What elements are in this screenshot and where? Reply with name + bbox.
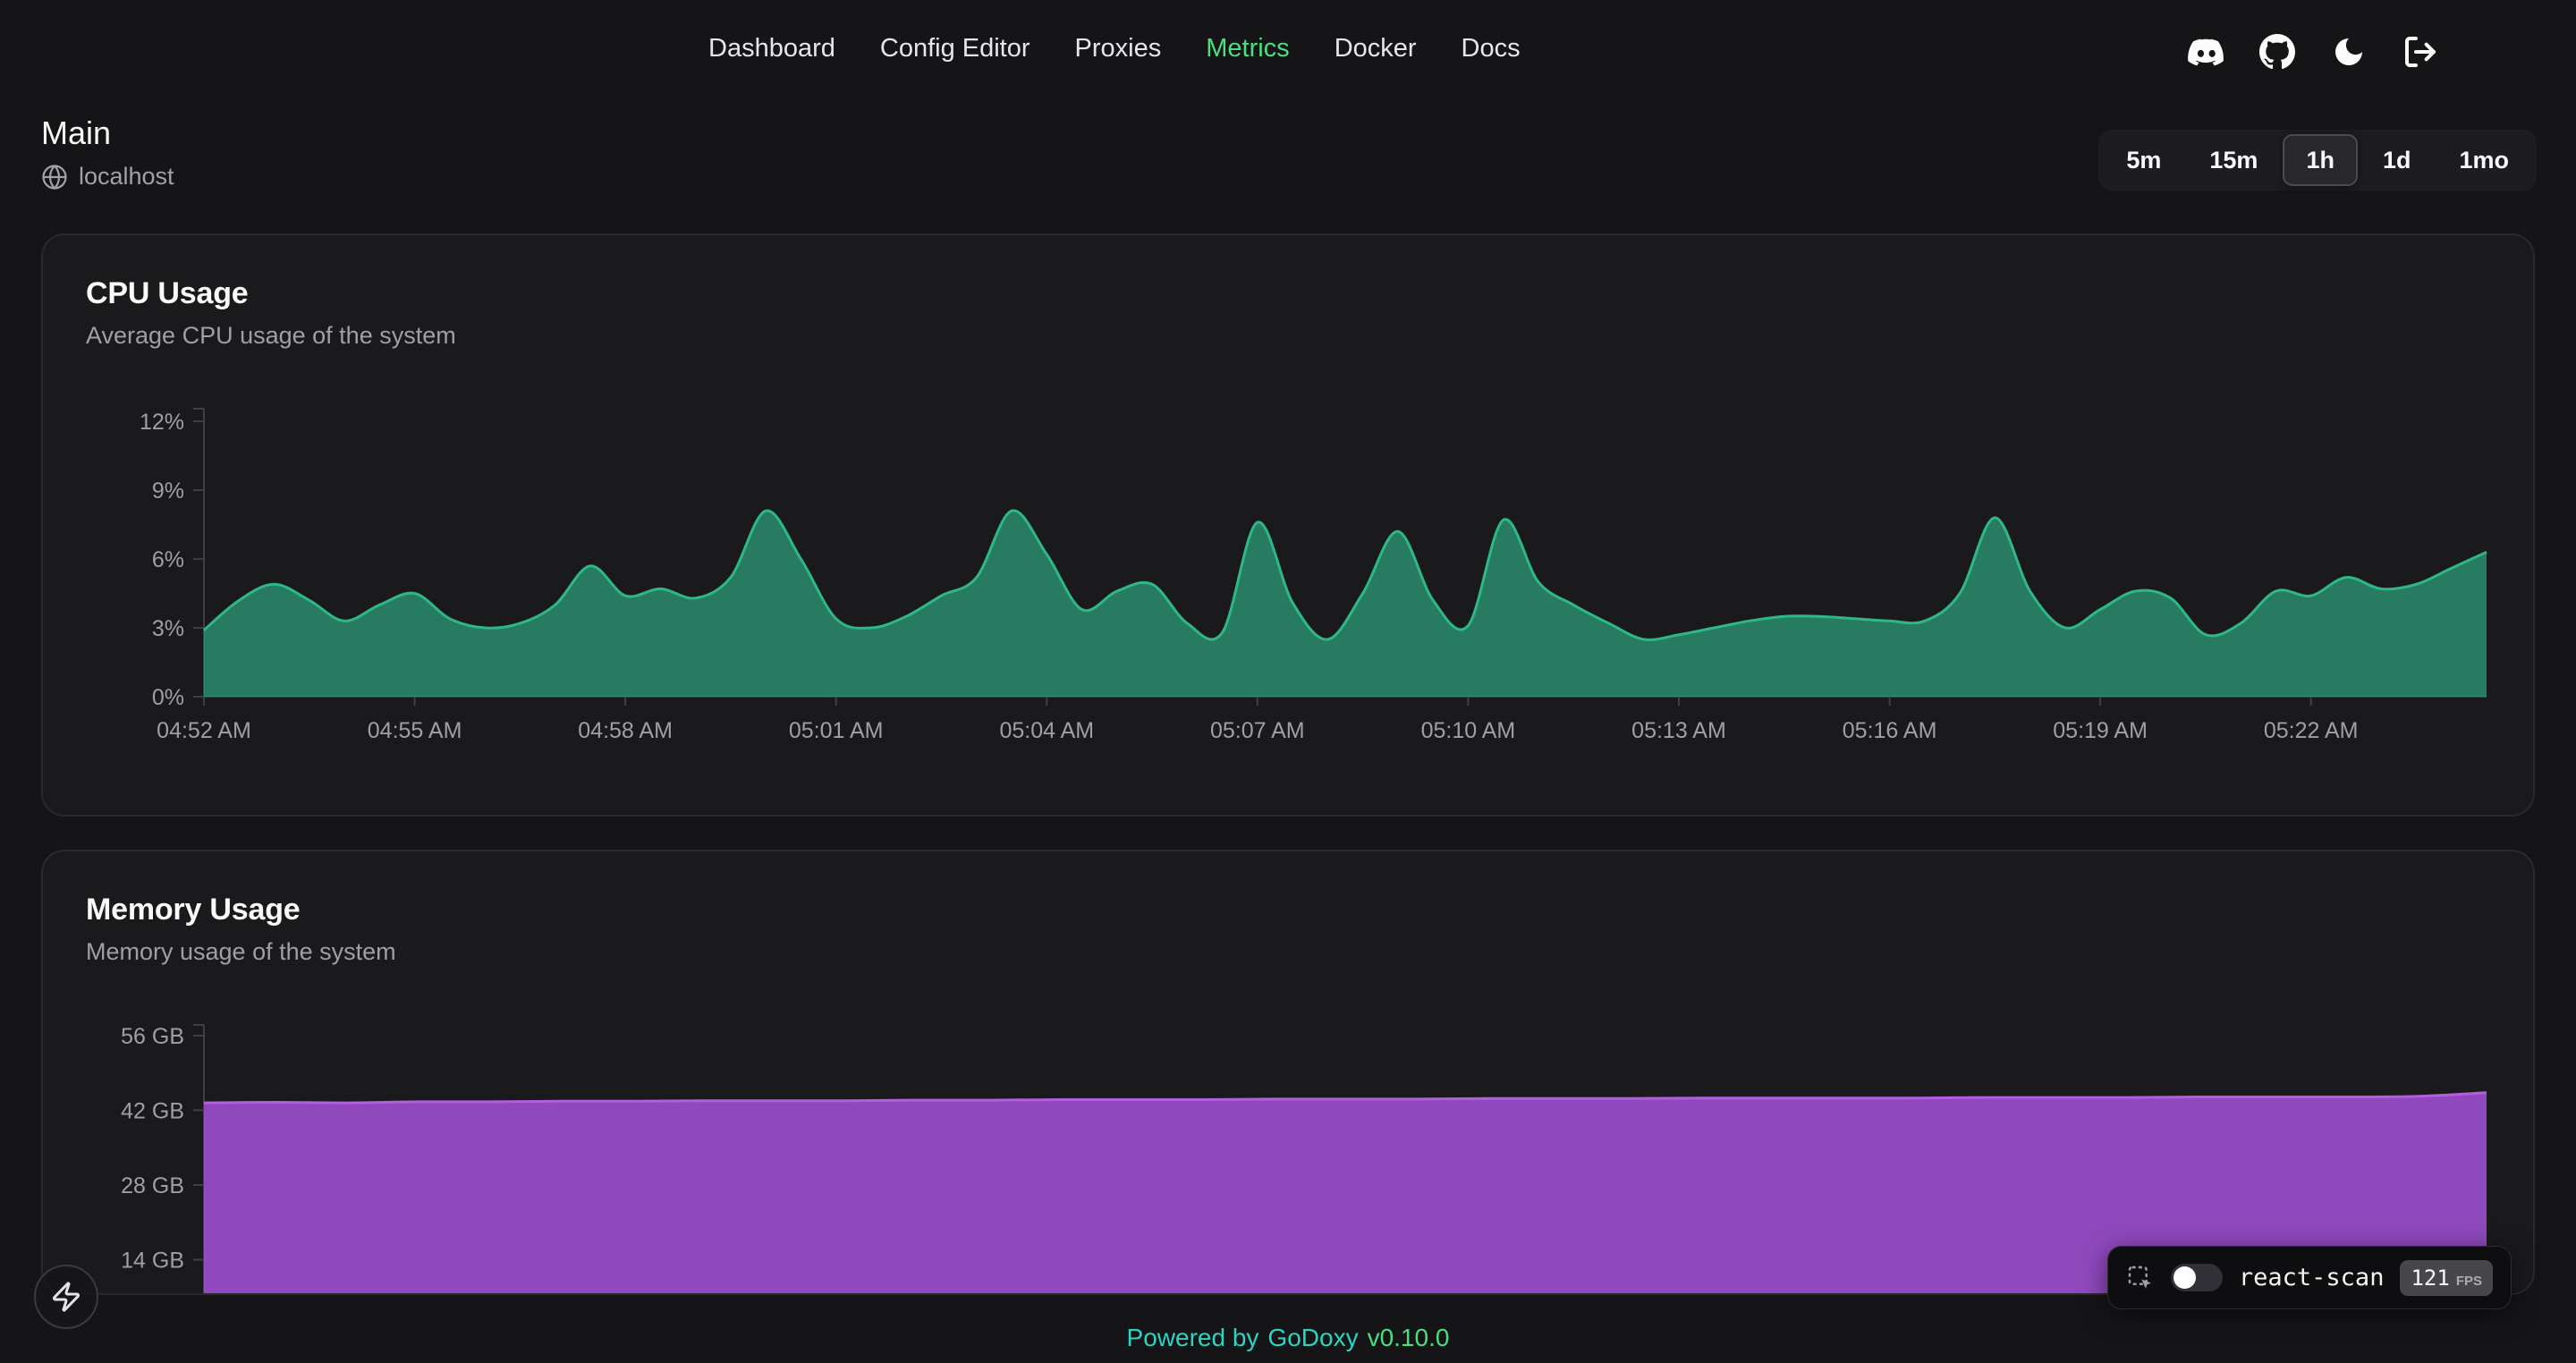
time-range-1h[interactable]: 1h (2283, 134, 2358, 186)
dark-mode-icon[interactable] (2329, 32, 2368, 72)
discord-icon[interactable] (2186, 32, 2225, 72)
svg-text:3%: 3% (152, 616, 184, 641)
fps-unit: FPS (2456, 1274, 2482, 1289)
svg-text:56 GB: 56 GB (121, 1024, 184, 1049)
time-range-5m[interactable]: 5m (2103, 134, 2184, 186)
lightning-icon (50, 1281, 82, 1313)
host-label: localhost (79, 163, 174, 190)
main-nav: Dashboard Config Editor Proxies Metrics … (708, 34, 1521, 63)
react-scan-toggle[interactable] (2171, 1264, 2223, 1291)
svg-text:05:16 AM: 05:16 AM (1843, 718, 1937, 743)
devtools-bolt-button[interactable] (34, 1265, 98, 1329)
svg-text:04:58 AM: 04:58 AM (578, 718, 673, 743)
svg-text:12%: 12% (140, 410, 184, 435)
page-head: Main localhost (41, 114, 174, 190)
toggle-knob (2174, 1266, 2196, 1289)
svg-text:05:10 AM: 05:10 AM (1421, 718, 1516, 743)
fps-badge: 121 FPS (2400, 1260, 2493, 1296)
logout-icon[interactable] (2401, 32, 2440, 72)
svg-text:6%: 6% (152, 547, 184, 572)
nav-dashboard[interactable]: Dashboard (708, 34, 835, 63)
react-scan-label: react-scan (2239, 1264, 2385, 1291)
svg-text:9%: 9% (152, 478, 184, 504)
svg-text:05:04 AM: 05:04 AM (999, 718, 1094, 743)
time-range-1mo[interactable]: 1mo (2436, 134, 2532, 186)
nav-metrics[interactable]: Metrics (1206, 34, 1289, 63)
time-range-15m[interactable]: 15m (2186, 134, 2281, 186)
time-range-1d[interactable]: 1d (2360, 134, 2435, 186)
svg-text:04:55 AM: 04:55 AM (368, 718, 462, 743)
godoxy-link[interactable]: GoDoxy (1267, 1324, 1358, 1352)
nav-config-editor[interactable]: Config Editor (880, 34, 1030, 63)
memory-usage-card: Memory Usage Memory usage of the system … (41, 850, 2535, 1295)
cpu-usage-card: CPU Usage Average CPU usage of the syste… (41, 233, 2535, 817)
footer: Powered by GoDoxy v0.10.0 (0, 1324, 2576, 1352)
svg-text:0%: 0% (152, 685, 184, 710)
page-title: Main (41, 114, 174, 152)
nav-proxies[interactable]: Proxies (1075, 34, 1162, 63)
version-text: v0.10.0 (1368, 1324, 1450, 1352)
react-scan-widget: react-scan 121 FPS (2107, 1246, 2512, 1309)
svg-text:04:52 AM: 04:52 AM (157, 718, 251, 743)
inspect-icon[interactable] (2126, 1264, 2155, 1292)
cpu-card-subtitle: Average CPU usage of the system (86, 322, 2490, 350)
header-icons (2186, 32, 2440, 72)
svg-text:05:07 AM: 05:07 AM (1210, 718, 1305, 743)
powered-by-text: Powered by (1127, 1324, 1259, 1352)
svg-text:05:01 AM: 05:01 AM (789, 718, 884, 743)
memory-card-title: Memory Usage (86, 893, 2490, 927)
svg-text:42 GB: 42 GB (121, 1098, 184, 1123)
cpu-card-title: CPU Usage (86, 276, 2490, 311)
fps-value: 121 (2411, 1266, 2449, 1291)
memory-card-subtitle: Memory usage of the system (86, 938, 2490, 966)
cpu-usage-chart: 0% 3% 6% 9% 12% 04:52 AM 04:55 AM 04:58 AM 05:01… (86, 400, 2490, 754)
svg-text:14 GB: 14 GB (121, 1249, 184, 1274)
svg-text:05:19 AM: 05:19 AM (2053, 718, 2148, 743)
svg-text:28 GB: 28 GB (121, 1173, 184, 1198)
time-range-selector: 5m 15m 1h 1d 1mo (2098, 130, 2537, 190)
github-icon[interactable] (2258, 32, 2297, 72)
svg-text:05:13 AM: 05:13 AM (1631, 718, 1726, 743)
nav-docs[interactable]: Docs (1462, 34, 1521, 63)
globe-icon (41, 164, 68, 190)
svg-text:05:22 AM: 05:22 AM (2264, 718, 2359, 743)
nav-docker[interactable]: Docker (1335, 34, 1417, 63)
